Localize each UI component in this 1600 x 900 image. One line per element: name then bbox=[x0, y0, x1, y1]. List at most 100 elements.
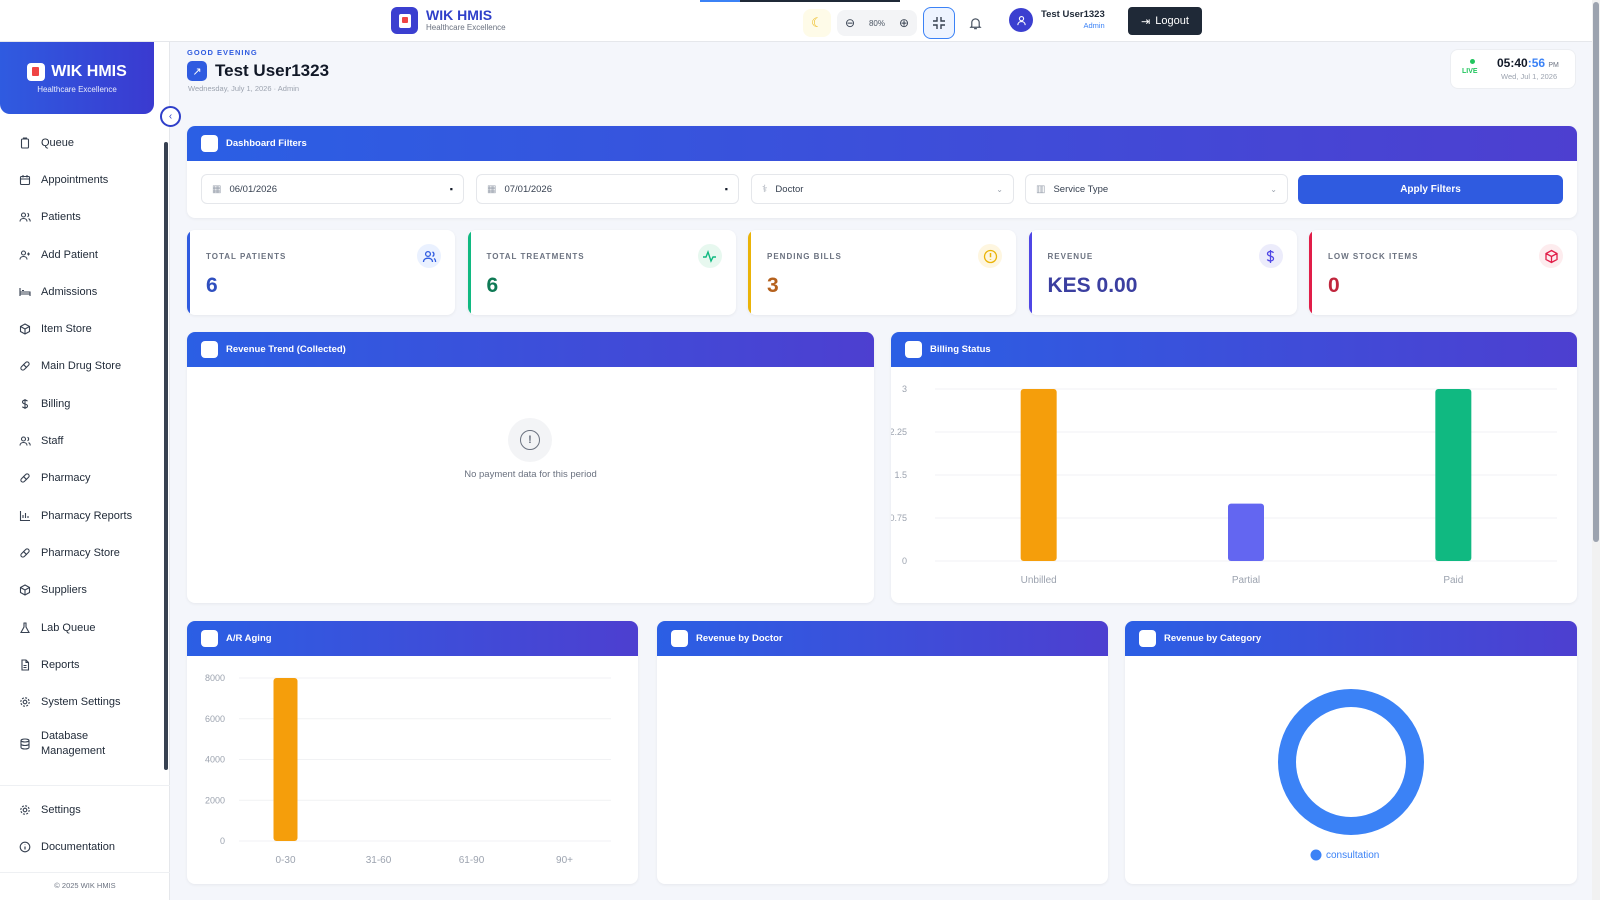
exit-fullscreen-icon[interactable] bbox=[923, 7, 955, 39]
sidebar-item-label: Appointments bbox=[41, 173, 109, 186]
sidebar-item-appointments[interactable]: Appointments bbox=[0, 161, 169, 198]
copyright: © 2025 WIK HMIS bbox=[0, 872, 170, 890]
clock-date: Wed, Jul 1, 2026 bbox=[1501, 72, 1558, 81]
y-tick-label: 2.25 bbox=[891, 427, 907, 437]
sidebar-nav: Queue Appointments Patients Add Patient Admi… bbox=[0, 114, 169, 767]
revenue-trend-title: Revenue Trend (Collected) bbox=[226, 344, 346, 355]
gear-icon bbox=[19, 804, 31, 816]
ar-aging-chart: 8000 6000 4000 2000 0 0-30 31-60 61-90 90+ bbox=[205, 673, 611, 866]
bell-icon[interactable] bbox=[961, 9, 989, 37]
y-tick-label: 1.5 bbox=[894, 470, 907, 480]
end-date-field[interactable]: ▦ 07/01/2026 ▪ bbox=[476, 174, 739, 204]
info-icon bbox=[19, 841, 31, 853]
sidebar-item-main-drug-store[interactable]: Main Drug Store bbox=[0, 348, 169, 385]
sidebar-item-label: Patients bbox=[41, 211, 81, 224]
y-tick-label: 0 bbox=[220, 836, 225, 846]
ar-aging-title: A/R Aging bbox=[226, 633, 272, 644]
sidebar-item-label: Reports bbox=[41, 658, 80, 671]
sidebar-item-pharmacy[interactable]: Pharmacy bbox=[0, 460, 169, 497]
gear-icon bbox=[19, 696, 31, 708]
sidebar-item-documentation[interactable]: Documentation bbox=[0, 828, 170, 865]
app-tagline: Healthcare Excellence bbox=[426, 23, 506, 32]
sidebar-item-add-patient[interactable]: Add Patient bbox=[0, 236, 169, 273]
sidebar-item-staff[interactable]: Staff bbox=[0, 422, 169, 459]
trending-up-icon: ↗ bbox=[187, 61, 207, 81]
sidebar-item-pharmacy-store[interactable]: Pharmacy Store bbox=[0, 534, 169, 571]
sidebar-scrollbar[interactable] bbox=[164, 142, 168, 770]
stat-label: PENDING BILLS bbox=[767, 252, 842, 261]
current-date: Wednesday, July 1, 2026 bbox=[188, 84, 272, 93]
sidebar-item-reports[interactable]: Reports bbox=[0, 646, 169, 683]
sidebar-item-label: Pharmacy bbox=[41, 472, 91, 485]
sidebar-item-label: Queue bbox=[41, 136, 75, 149]
sidebar-item-settings[interactable]: Settings bbox=[0, 791, 170, 828]
sidebar-item-billing[interactable]: Billing bbox=[0, 385, 169, 422]
clock-hm: 05:40 bbox=[1497, 56, 1528, 70]
apply-filters-button[interactable]: Apply Filters bbox=[1298, 175, 1563, 204]
collapse-sidebar-button[interactable]: ‹ bbox=[160, 106, 181, 127]
revenue-category-header: Revenue by Category bbox=[1125, 621, 1577, 656]
date-picker-icon[interactable]: ▪ bbox=[725, 184, 728, 194]
dollar-icon bbox=[1258, 244, 1283, 268]
database-icon bbox=[19, 738, 31, 750]
sidebar-item-pharmacy-reports[interactable]: Pharmacy Reports bbox=[0, 497, 169, 534]
start-date-field[interactable]: ▦ 06/01/2026 ▪ bbox=[201, 174, 464, 204]
y-tick-label: 8000 bbox=[205, 673, 225, 683]
sidebar-brand[interactable]: WIK HMIS Healthcare Excellence bbox=[0, 42, 154, 114]
users-icon bbox=[19, 435, 31, 447]
y-tick-label: 3 bbox=[902, 384, 907, 394]
chart-icon bbox=[905, 341, 922, 358]
sidebar-item-queue[interactable]: Queue bbox=[0, 124, 169, 161]
sidebar-item-suppliers[interactable]: Suppliers bbox=[0, 572, 169, 609]
bar-partial bbox=[1228, 503, 1264, 561]
moon-icon[interactable]: ☾ bbox=[803, 9, 831, 37]
stat-card-total-patients: TOTAL PATIENTS 6 bbox=[187, 230, 455, 315]
chart-icon bbox=[201, 341, 218, 358]
revenue-by-category-card: Revenue by Category consultation bbox=[1125, 621, 1577, 884]
zoom-in-icon[interactable]: ⊕ bbox=[895, 16, 913, 30]
start-date-value: 06/01/2026 bbox=[229, 183, 277, 195]
y-tick-label: 0 bbox=[902, 556, 907, 566]
sidebar-item-database-management[interactable]: Database Management bbox=[0, 721, 169, 767]
live-dot-icon bbox=[1470, 59, 1475, 64]
calendar-icon: ▦ bbox=[212, 183, 222, 195]
logout-button[interactable]: ⇥ Logout bbox=[1128, 7, 1202, 35]
cube-icon bbox=[1539, 244, 1563, 268]
sidebar-item-label: Main Drug Store bbox=[41, 360, 122, 373]
legend-label: consultation bbox=[1326, 850, 1379, 861]
sidebar-item-label: Pharmacy Store bbox=[41, 546, 120, 559]
revenue-doctor-header: Revenue by Doctor bbox=[657, 621, 1108, 656]
sidebar-item-system-settings[interactable]: System Settings bbox=[0, 683, 169, 720]
page-scrollbar[interactable] bbox=[1592, 0, 1600, 900]
sidebar-item-lab-queue[interactable]: Lab Queue bbox=[0, 609, 169, 646]
ar-aging-card: A/R Aging 8000 6000 4000 2000 0 0-30 31-60 61-9… bbox=[187, 621, 638, 884]
bar-unbilled bbox=[1020, 389, 1057, 561]
alert-circle-icon: ! bbox=[508, 418, 552, 462]
chevron-down-icon: ⌄ bbox=[996, 184, 1003, 194]
zoom-out-icon[interactable]: ⊖ bbox=[841, 16, 859, 30]
sidebar-item-patients[interactable]: Patients bbox=[0, 199, 169, 236]
doctor-select[interactable]: ⚕ Doctor ⌄ bbox=[751, 174, 1014, 204]
page-title-row: ↗ Test User1323 bbox=[187, 61, 329, 81]
legend-swatch bbox=[1310, 849, 1322, 861]
sidebar-item-label: Lab Queue bbox=[41, 621, 96, 634]
service-type-select[interactable]: ▥ Service Type ⌄ bbox=[1025, 174, 1288, 204]
sidebar-item-label: Database Management bbox=[41, 729, 106, 757]
sidebar-item-admissions[interactable]: Admissions bbox=[0, 273, 169, 310]
page-title: Test User1323 bbox=[215, 61, 330, 80]
stat-accent-bar bbox=[187, 230, 190, 315]
x-tick-label: 61-90 bbox=[459, 855, 485, 866]
loading-progress-bar bbox=[700, 0, 900, 2]
chart-icon bbox=[671, 630, 688, 647]
stat-card-revenue: REVENUE KES 0.00 bbox=[1028, 230, 1297, 315]
stat-accent-bar bbox=[748, 230, 751, 315]
date-picker-icon[interactable]: ▪ bbox=[450, 184, 453, 194]
stethoscope-icon: ⚕ bbox=[762, 183, 768, 195]
top-brand[interactable]: WIK HMIS Healthcare Excellence bbox=[391, 7, 506, 34]
sidebar-item-item-store[interactable]: Item Store bbox=[0, 310, 169, 347]
chart-icon bbox=[1139, 630, 1156, 647]
sidebar-item-label: Suppliers bbox=[41, 584, 87, 597]
user-menu[interactable]: Test User1323 Admin bbox=[1009, 8, 1105, 32]
flask-icon bbox=[19, 621, 31, 634]
sidebar-item-label: Staff bbox=[41, 435, 64, 448]
